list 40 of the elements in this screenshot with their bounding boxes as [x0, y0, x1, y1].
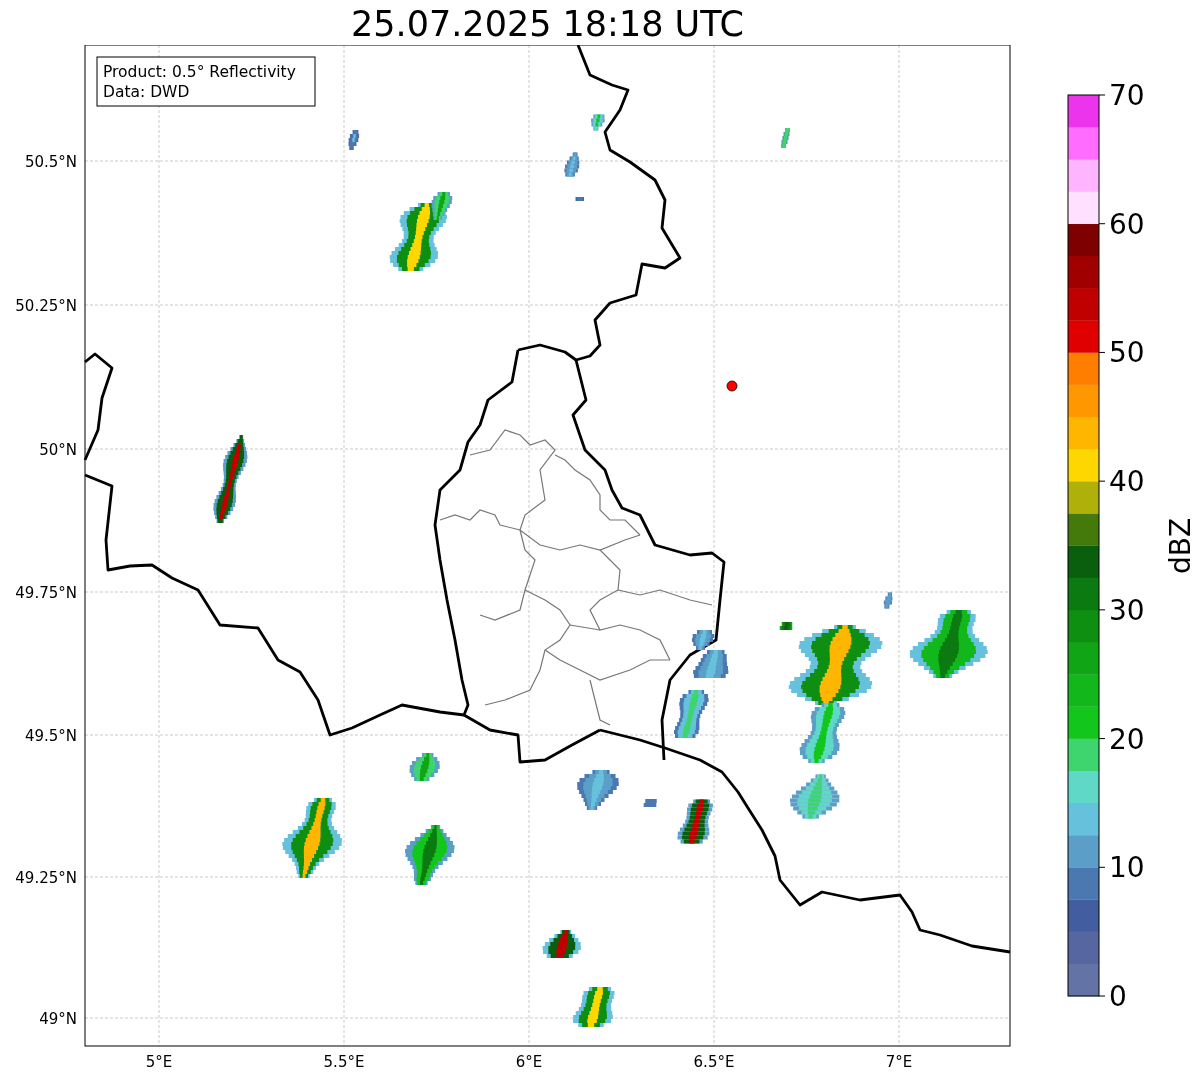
radar-echo: [564, 152, 580, 177]
axis-tick-label: 60: [1109, 207, 1145, 241]
info-text: Data: DWD: [103, 83, 190, 101]
axis-tick-label: 49.25°N: [15, 869, 77, 887]
axis-tick-label: 50.5°N: [24, 153, 77, 171]
radar-echo: [348, 130, 360, 150]
axis-tick-label: 70: [1109, 79, 1145, 112]
radar-echo: [883, 592, 893, 609]
axis-tick-label: 50.25°N: [15, 297, 77, 315]
axis-tick-label: 49.75°N: [15, 584, 77, 602]
radar-echo: [542, 930, 581, 958]
radar-echo: [677, 799, 713, 844]
axis-tick-label: 7°E: [885, 1053, 913, 1071]
location-marker: [726, 380, 738, 392]
axis-tick-label: 49°N: [39, 1010, 77, 1028]
axis-tick-label: 10: [1109, 851, 1145, 885]
radar-echo: [405, 825, 455, 885]
colorbar-label: dBZ: [1164, 517, 1197, 575]
info-text: Product: 0.5° Reflectivity: [103, 63, 296, 81]
axis-tick-label: 50: [1109, 336, 1145, 370]
axis-tick-label: 5.5°E: [323, 1053, 365, 1071]
radar-echo: [781, 128, 790, 148]
radar-echo: [409, 753, 440, 781]
radar-echo: [591, 114, 605, 131]
axis-tick-label: 0: [1109, 980, 1127, 1013]
radar-echo: [643, 799, 657, 807]
axis-tick-label: 6°E: [515, 1053, 543, 1071]
radar-echo: [573, 987, 615, 1027]
axis-tick-label: 5°E: [145, 1053, 173, 1071]
radar-echo: [577, 770, 619, 810]
radar-echo: [575, 197, 584, 201]
axis-tick-label: 30: [1109, 593, 1145, 627]
axis-tick-label: 40: [1109, 465, 1145, 499]
axis-tick-label: 20: [1109, 722, 1145, 756]
chart-title: 25.07.2025 18:18 UTC: [350, 3, 745, 45]
axis-tick-label: 6.5°E: [693, 1053, 735, 1071]
radar-echo: [790, 774, 840, 819]
axis-tick-label: 49.5°N: [24, 727, 77, 745]
axis-tick-label: 50°N: [39, 441, 77, 459]
radar-echo: [673, 690, 709, 738]
